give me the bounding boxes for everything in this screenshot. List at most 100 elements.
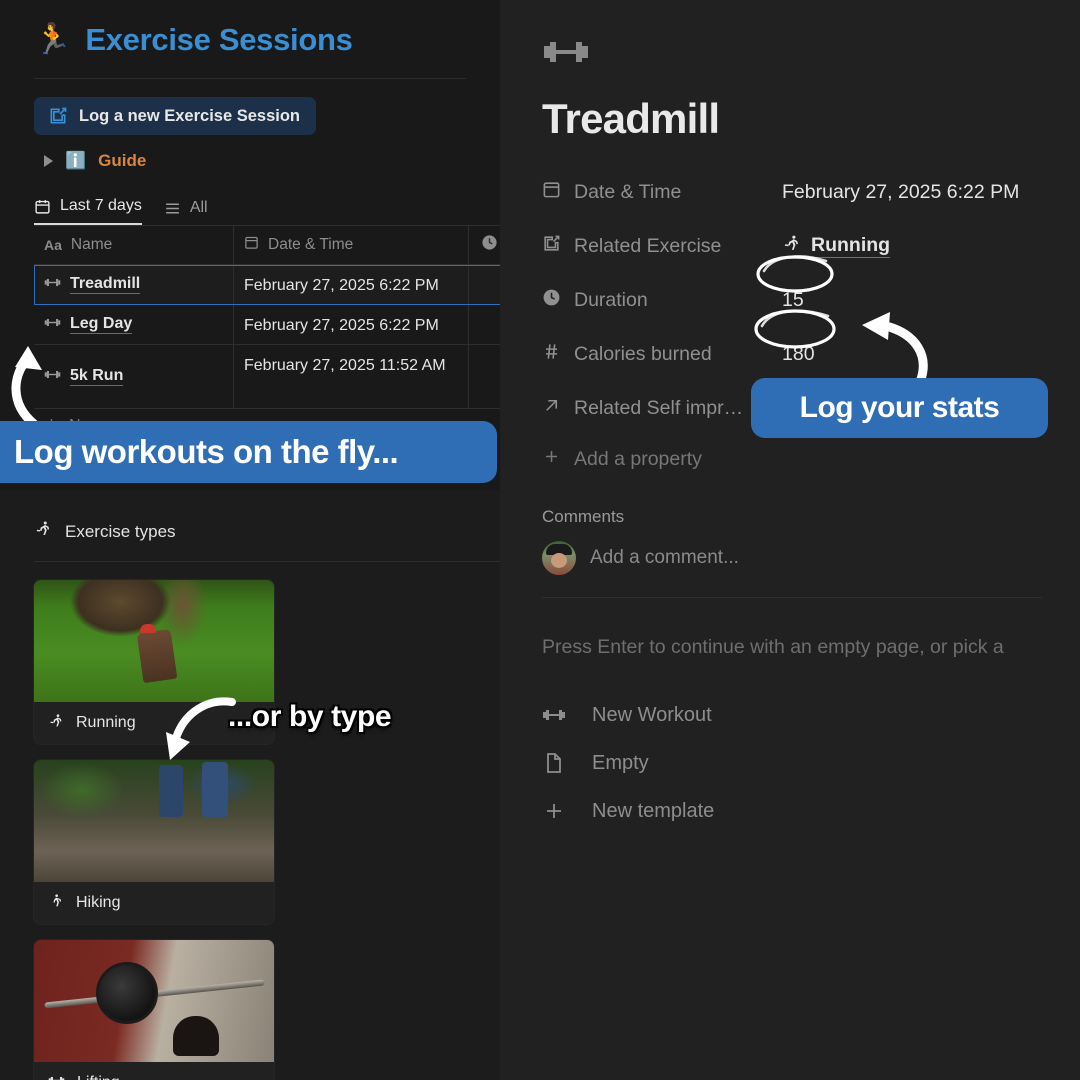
column-header-name[interactable]: Aa Name <box>34 226 234 264</box>
database-header: 🏃 Exercise Sessions <box>0 0 500 58</box>
running-icon <box>48 713 64 734</box>
row-name-label: 5k Run <box>70 367 124 386</box>
callout-log-workouts: Log workouts on the fly... <box>0 421 497 483</box>
dumbbell-icon <box>542 703 566 727</box>
property-value-duration[interactable]: 15 <box>782 289 804 312</box>
exercise-types-section: Exercise types Running Hiking <box>0 490 500 1080</box>
cell-duration[interactable] <box>469 345 500 408</box>
clock-icon <box>542 288 561 313</box>
property-key-label: Related Self impr… <box>574 396 744 419</box>
view-tab-all[interactable]: All <box>164 199 208 225</box>
file-icon <box>542 751 566 775</box>
property-row-date-time[interactable]: Date & Time February 27, 2025 6:22 PM <box>542 165 1080 219</box>
avatar <box>542 541 576 575</box>
add-comment-input[interactable]: Add a comment... <box>590 547 739 569</box>
property-key[interactable]: Related Exercise <box>542 234 782 259</box>
cell-name[interactable]: 5k Run <box>34 345 234 408</box>
dumbbell-icon <box>44 274 61 296</box>
hiking-photo <box>34 760 274 882</box>
running-photo <box>34 580 274 702</box>
add-property-button[interactable]: Add a property <box>542 435 1080 483</box>
callout-log-stats: Log your stats <box>751 378 1048 438</box>
gallery-card-label-row: Lifting <box>34 1062 274 1080</box>
calendar-icon <box>244 235 259 255</box>
calendar-icon <box>542 180 561 205</box>
list-icon <box>164 200 181 217</box>
table-row[interactable]: Treadmill February 27, 2025 6:22 PM <box>34 265 500 305</box>
column-header-duration[interactable] <box>469 226 500 264</box>
gallery-card-lifting[interactable]: Lifting <box>34 940 274 1080</box>
view-tabs: Last 7 days All <box>34 189 500 225</box>
property-key[interactable]: Calories burned <box>542 342 782 367</box>
dumbbell-icon <box>48 1072 65 1080</box>
property-key[interactable]: Duration <box>542 288 782 313</box>
dumbbell-icon[interactable] <box>542 28 1080 81</box>
property-row-duration[interactable]: Duration 15 <box>542 273 1080 327</box>
table-header-row: Aa Name Date & Time <box>34 225 500 265</box>
property-value-calories-burned[interactable]: 180 <box>782 343 815 366</box>
option-new-template[interactable]: New template <box>542 787 1080 835</box>
hash-icon <box>542 342 561 367</box>
empty-page-hint: Press Enter to continue with an empty pa… <box>542 636 1004 658</box>
callout-or-by-type: ...or by type <box>228 700 392 733</box>
chevron-right-icon[interactable] <box>44 155 53 167</box>
cell-date[interactable]: February 27, 2025 6:22 PM <box>234 265 469 304</box>
page-detail-panel: Treadmill Date & Time February 27, 2025 … <box>500 0 1080 1080</box>
log-new-session-button[interactable]: Log a new Exercise Session <box>34 97 317 135</box>
page-title[interactable]: Treadmill <box>542 95 1080 143</box>
cell-duration[interactable] <box>469 265 500 304</box>
add-property-label: Add a property <box>574 447 702 470</box>
header-divider <box>34 78 466 79</box>
plus-icon <box>542 799 566 823</box>
lifting-photo <box>34 940 274 1062</box>
gallery-card-label: Hiking <box>76 894 121 911</box>
cell-name[interactable]: Treadmill <box>34 265 234 304</box>
property-key-label: Calories burned <box>574 342 712 365</box>
option-label: New template <box>592 799 715 822</box>
arrow-up-right-icon <box>542 396 561 421</box>
walking-icon <box>48 893 64 914</box>
table-row[interactable]: 5k Run February 27, 2025 11:52 AM <box>34 345 500 409</box>
gallery-card-label: Lifting <box>77 1074 120 1080</box>
info-emoji-icon: ℹ️ <box>65 151 87 170</box>
cell-name[interactable]: Leg Day <box>34 305 234 344</box>
add-comment-row[interactable]: Add a comment... <box>542 541 1080 575</box>
new-page-edit-icon <box>48 106 68 126</box>
sessions-table: Aa Name Date & Time Treadmill February 2… <box>34 225 500 443</box>
page-title: Exercise Sessions <box>85 22 353 57</box>
cell-date[interactable]: February 27, 2025 11:52 AM <box>234 345 469 408</box>
property-row-related-exercise[interactable]: Related Exercise Running <box>542 219 1080 273</box>
log-new-session-label: Log a new Exercise Session <box>79 106 301 125</box>
property-value-related-exercise[interactable]: Running <box>782 234 891 259</box>
property-key-label: Duration <box>574 288 648 311</box>
view-tab-last-7-days[interactable]: Last 7 days <box>34 197 142 225</box>
view-tab-label: Last 7 days <box>60 197 142 214</box>
property-row-calories-burned[interactable]: Calories burned 180 <box>542 327 1080 381</box>
cell-duration[interactable] <box>469 305 500 344</box>
property-key-label: Date & Time <box>574 180 682 203</box>
exercise-types-grid: Running Hiking <box>0 562 500 1080</box>
guide-toggle-row[interactable]: ℹ️ Guide <box>44 151 500 171</box>
text-type-icon: Aa <box>44 237 62 253</box>
related-exercise-link[interactable]: Running <box>811 234 891 258</box>
property-value-date-time[interactable]: February 27, 2025 6:22 PM <box>782 181 1019 204</box>
gallery-card-label: Running <box>76 714 136 731</box>
property-key[interactable]: Related Self impr… <box>542 396 782 421</box>
option-empty[interactable]: Empty <box>542 739 1080 787</box>
column-header-label: Date & Time <box>268 236 354 253</box>
dumbbell-icon <box>44 366 61 388</box>
clock-icon <box>481 234 498 256</box>
exercise-types-title: Exercise types <box>65 521 176 541</box>
page-options-list: New Workout Empty New template <box>542 691 1080 835</box>
row-name-label: Leg Day <box>70 315 133 334</box>
guide-label: Guide <box>98 151 147 170</box>
gallery-card-hiking[interactable]: Hiking <box>34 760 274 924</box>
property-key[interactable]: Date & Time <box>542 180 782 205</box>
property-key-label: Related Exercise <box>574 234 722 257</box>
option-new-workout[interactable]: New Workout <box>542 691 1080 739</box>
edit-icon <box>542 234 561 259</box>
cell-date[interactable]: February 27, 2025 6:22 PM <box>234 305 469 344</box>
row-name-label: Treadmill <box>70 275 141 294</box>
column-header-date[interactable]: Date & Time <box>234 226 469 264</box>
table-row[interactable]: Leg Day February 27, 2025 6:22 PM <box>34 305 500 345</box>
